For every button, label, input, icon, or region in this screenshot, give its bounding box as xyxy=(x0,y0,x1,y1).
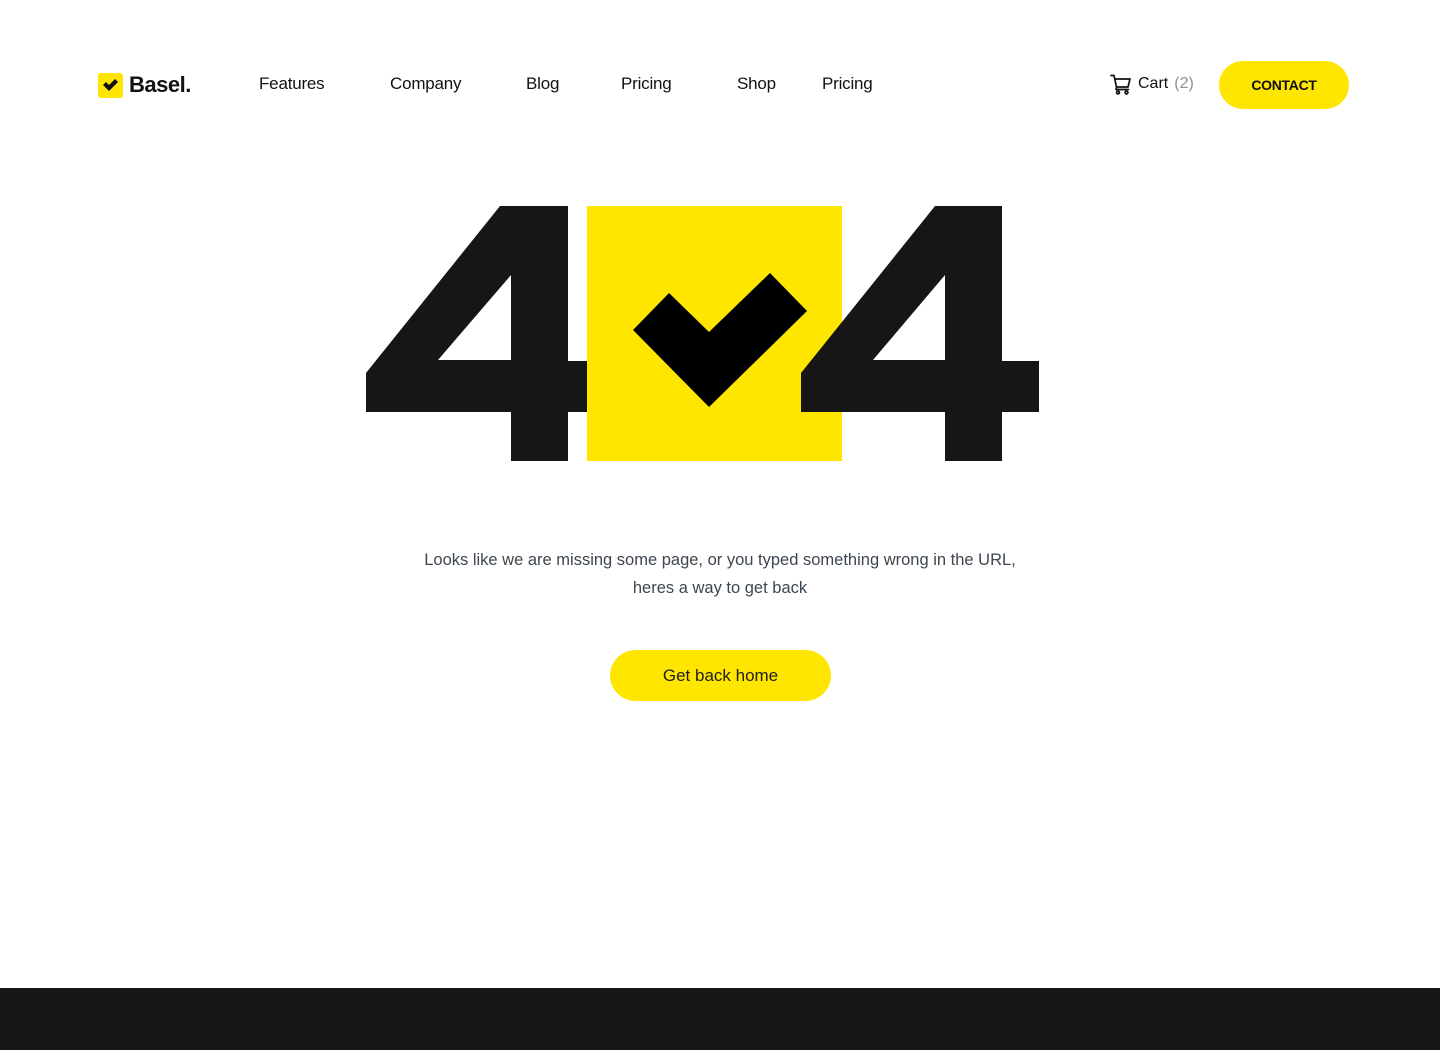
site-footer xyxy=(0,988,1440,1050)
digit-4-left xyxy=(366,206,604,461)
error-message-line-1: Looks like we are missing some page, or … xyxy=(424,551,1016,569)
error-message: Looks like we are missing some page, or … xyxy=(0,546,1440,602)
error-message-line-2: heres a way to get back xyxy=(632,579,808,597)
error-404-graphic xyxy=(366,206,1039,461)
get-back-home-button[interactable]: Get back home xyxy=(610,650,831,701)
